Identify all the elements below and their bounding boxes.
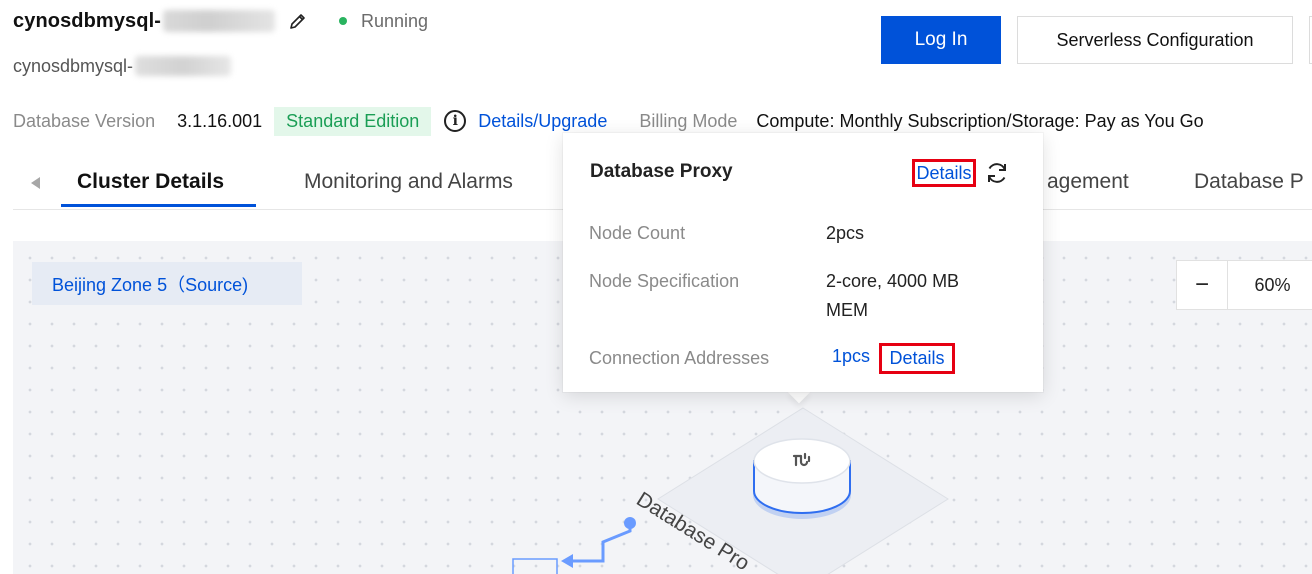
edit-icon[interactable] bbox=[287, 10, 309, 32]
instance-title-row: cynosdbmysql- Running bbox=[13, 8, 428, 34]
details-upgrade-link[interactable]: Details/Upgrade bbox=[478, 111, 607, 132]
tab-management[interactable]: agement bbox=[1047, 170, 1129, 194]
popover-title: Database Proxy bbox=[590, 161, 733, 182]
refresh-icon[interactable] bbox=[984, 160, 1010, 186]
tab-monitoring-alarms[interactable]: Monitoring and Alarms bbox=[304, 170, 513, 194]
active-tab-indicator bbox=[61, 204, 256, 207]
node-count-value: 2pcs bbox=[826, 223, 865, 243]
info-icon[interactable]: i bbox=[444, 110, 467, 132]
node-spec-label: Node Specification bbox=[589, 271, 740, 291]
tab-database-proxy[interactable]: Database P bbox=[1194, 170, 1304, 194]
instance-id: cynosdbmysql- bbox=[13, 55, 134, 76]
serverless-config-button[interactable]: Serverless Configuration bbox=[1017, 16, 1293, 64]
node-spec-value: 2-core, 4000 MB MEM bbox=[826, 271, 960, 320]
instance-name: cynosdbmysql- bbox=[13, 9, 161, 32]
billing-label: Billing Mode bbox=[639, 110, 738, 131]
node-count-label: Node Count bbox=[589, 223, 686, 243]
proxy-details-link[interactable]: Details bbox=[912, 159, 976, 187]
redacted-id bbox=[135, 56, 232, 76]
connection-addresses-label: Connection Addresses bbox=[589, 348, 770, 368]
version-value: 3.1.16.001 bbox=[177, 110, 263, 131]
connection-count-link[interactable]: 1pcs bbox=[832, 346, 870, 367]
database-proxy-popover: Database Proxy Details Node Count 2pcs N… bbox=[563, 133, 1043, 392]
tab-cluster-details[interactable]: Cluster Details bbox=[77, 170, 224, 194]
login-button[interactable]: Log In bbox=[881, 16, 1001, 64]
proxy-node[interactable] bbox=[753, 438, 851, 519]
connector-line bbox=[512, 517, 636, 574]
status-text: Running bbox=[361, 10, 429, 31]
redacted-name bbox=[163, 10, 275, 32]
instance-id-row: cynosdbmysql- bbox=[13, 54, 232, 78]
chevron-left-icon[interactable] bbox=[31, 177, 40, 189]
edition-tag: Standard Edition bbox=[274, 106, 432, 136]
status-dot bbox=[339, 17, 347, 25]
version-label: Database Version bbox=[13, 110, 156, 131]
billing-value: Compute: Monthly Subscription/Storage: P… bbox=[756, 110, 1204, 131]
connection-details-link[interactable]: Details bbox=[879, 343, 955, 374]
